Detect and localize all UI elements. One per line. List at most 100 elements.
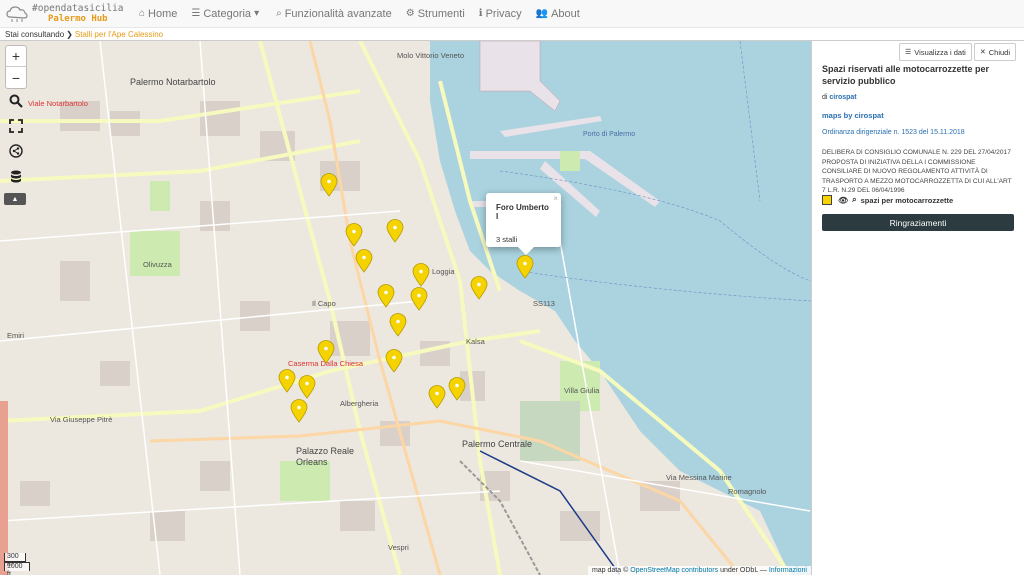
map-label-loggia: Loggia: [432, 267, 455, 276]
fullscreen-button[interactable]: [6, 116, 26, 136]
map-label-palazzo-reale: Palazzo Reale: [296, 446, 355, 456]
map-marker-pin[interactable]: [516, 255, 534, 279]
panel-title: Spazi riservati alle motocarrozzette per…: [822, 64, 990, 86]
map-label-palermo-centrale: Palermo Centrale: [462, 439, 533, 449]
info-link[interactable]: Informazioni: [769, 567, 807, 574]
nav-funzionalita[interactable]: ⌕ Funzionalità avanzate: [269, 0, 399, 28]
map-basemap: [0, 41, 811, 575]
map-label-porto: Porto di Palermo: [583, 131, 636, 138]
map-marker-pin[interactable]: [355, 249, 373, 273]
scale-imperial: 1000 ft: [4, 562, 30, 575]
map-canvas[interactable]: Palermo Notarbartolo Viale Notarbartolo …: [0, 41, 811, 575]
legend-label: spazi per motocarrozzette: [860, 195, 954, 205]
scale-metric: 300 m: [4, 553, 26, 568]
brand-title: #opendatasicilia: [32, 2, 124, 14]
map-label-viale-notarbartolo: Viale Notarbartolo: [28, 99, 88, 108]
ordinance-link[interactable]: Ordinanza dirigenziale n. 1523 del 15.11…: [822, 129, 965, 136]
brand-logo-link[interactable]: #opendatasicilia Palermo Hub: [0, 0, 132, 28]
group-icon: 👥: [535, 8, 549, 19]
view-data-button[interactable]: ☰ Visualizza i dati: [899, 43, 972, 61]
map-marker-pin[interactable]: [377, 284, 395, 308]
map-scale: 300 m 1000 ft: [4, 553, 30, 575]
maps-by-link[interactable]: maps by cirospat: [822, 111, 884, 120]
legend-item[interactable]: 👁 ⌕ spazi per motocarrozzette: [822, 195, 953, 205]
map-label-orleans: Orleans: [296, 457, 328, 467]
map-marker-pin[interactable]: [410, 287, 428, 311]
cloud-logo-icon: [6, 5, 28, 22]
nav-about[interactable]: 👥 About: [529, 0, 587, 28]
eye-icon[interactable]: 👁: [838, 196, 848, 205]
share-button[interactable]: [6, 141, 26, 161]
panel-buttons: ☰ Visualizza i dati ✕ Chiudi: [897, 43, 1016, 61]
map-marker-pin[interactable]: [278, 369, 296, 393]
fullscreen-icon: [9, 119, 23, 133]
map-label-via-pitre: Via Giuseppe Pitrè: [50, 415, 113, 424]
nav-privacy[interactable]: ℹ Privacy: [472, 0, 529, 28]
expand-toolbar-button[interactable]: ▲: [4, 193, 26, 205]
osm-link[interactable]: OpenStreetMap contributors: [630, 567, 718, 574]
map-search-button[interactable]: [6, 91, 26, 111]
popup-title: Foro Umberto I: [496, 203, 549, 221]
map-marker-pin[interactable]: [345, 223, 363, 247]
map-label-romagnolo: Romagnolo: [728, 487, 767, 496]
nav-strumenti[interactable]: ⚙ Strumenti: [399, 0, 472, 28]
zoom-out-button[interactable]: −: [6, 67, 26, 88]
breadcrumb-current[interactable]: Stalli per l'Ape Calessino: [75, 30, 163, 39]
map-label-molo: Molo Vittorio Veneto: [397, 51, 464, 60]
breadcrumb-prefix: Stai consultando: [5, 30, 65, 39]
zoom-to-icon[interactable]: ⌕: [852, 195, 856, 205]
home-icon: ⌂: [139, 8, 146, 19]
map-label-kalsa: Kalsa: [466, 337, 485, 346]
info-icon: ℹ: [478, 8, 483, 19]
caret-down-icon: ▾: [254, 8, 260, 19]
map-marker-pin[interactable]: [470, 276, 488, 300]
data-layers-button[interactable]: [6, 167, 26, 187]
map-label-via-messina-marine: Via Messina Marine: [666, 473, 732, 482]
map-marker-pin[interactable]: [412, 263, 430, 287]
map-label-notarbartolo: Palermo Notarbartolo: [130, 77, 216, 87]
map-marker-pin[interactable]: [385, 349, 403, 373]
map-label-olivuzza: Olivuzza: [143, 260, 172, 269]
map-label-emiri: Emiri: [7, 331, 25, 340]
map-label-vespri: Vespri: [388, 543, 409, 552]
panel-description: DELIBERA DI CONSIGLIO COMUNALE N. 229 DE…: [822, 149, 1012, 195]
map-marker-pin[interactable]: [317, 340, 335, 364]
side-panel: ☰ Visualizza i dati ✕ Chiudi Spazi riserva…: [811, 41, 1024, 575]
table-icon: ☰: [905, 49, 912, 56]
panel-author: di cirospat: [822, 94, 857, 101]
database-icon: [11, 170, 21, 183]
zoom-in-button[interactable]: +: [6, 46, 26, 67]
nav-categoria[interactable]: ☰ Categoria ▾: [184, 0, 269, 28]
thanks-button[interactable]: Ringraziamenti: [822, 214, 1014, 231]
close-panel-button[interactable]: ✕ Chiudi: [973, 43, 1016, 61]
map-marker-pin[interactable]: [389, 313, 407, 337]
map-marker-pin[interactable]: [428, 385, 446, 409]
popup-body: 3 stalli: [496, 235, 518, 244]
map-label-capo: Il Capo: [312, 299, 336, 308]
breadcrumb: Stai consultando ❯ Stalli per l'Ape Caless…: [0, 28, 1024, 41]
search-icon: [9, 94, 23, 108]
zoom-control: + −: [5, 45, 27, 89]
map-attribution: map data © OpenStreetMap contributors un…: [587, 566, 811, 575]
legend-swatch: [822, 195, 832, 205]
map-marker-pin[interactable]: [298, 375, 316, 399]
map-marker-pin[interactable]: [320, 173, 338, 197]
map-marker-pin[interactable]: [448, 377, 466, 401]
map-marker-pin[interactable]: [290, 399, 308, 423]
author-link[interactable]: cirospat: [829, 94, 856, 101]
map-label-albergheria: Albergheria: [340, 399, 379, 408]
map-label-ss113: SS113: [533, 299, 555, 308]
list-icon: ☰: [191, 8, 201, 19]
marker-popup: × Foro Umberto I 3 stalli: [486, 193, 561, 255]
top-navbar: #opendatasicilia Palermo Hub ⌂ Home ☰ Cate…: [0, 0, 1024, 28]
brand-subtitle: Palermo Hub: [48, 13, 108, 24]
chevron-right-icon: ❯: [66, 30, 73, 39]
search-icon: ⌕: [276, 8, 282, 19]
gear-icon: ⚙: [405, 8, 415, 19]
close-icon: ✕: [979, 49, 986, 56]
nav-home[interactable]: ⌂ Home: [132, 0, 184, 28]
popup-close-button[interactable]: ×: [553, 194, 558, 203]
caret-up-icon: ▲: [11, 195, 19, 203]
share-icon: [9, 144, 23, 158]
map-marker-pin[interactable]: [386, 219, 404, 243]
